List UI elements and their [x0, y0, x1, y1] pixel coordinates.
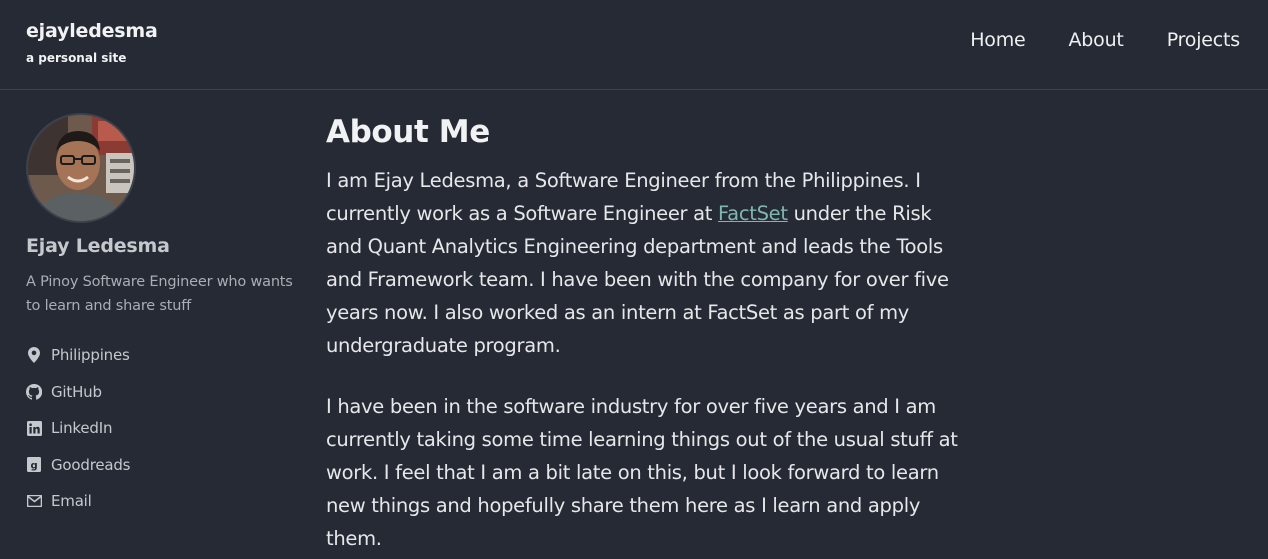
- main-content: About Me I am Ejay Ledesma, a Software E…: [326, 112, 966, 555]
- link-linkedin[interactable]: LinkedIn: [26, 410, 130, 447]
- map-marker-icon: [26, 347, 42, 364]
- link-location-label: Philippines: [51, 346, 130, 365]
- masthead: ejayledesma a personal site Home About P…: [0, 0, 1268, 90]
- svg-text:g: g: [31, 461, 38, 472]
- link-goodreads[interactable]: g Goodreads: [26, 447, 130, 484]
- avatar-photo: [28, 115, 134, 221]
- page-title: About Me: [326, 114, 490, 150]
- site-title[interactable]: ejayledesma: [26, 20, 158, 42]
- link-email-label[interactable]: Email: [51, 492, 92, 510]
- about-p1-text-after: under the Risk and Quant Analytics Engin…: [326, 202, 949, 357]
- link-goodreads-label[interactable]: Goodreads: [51, 456, 130, 474]
- link-email[interactable]: Email: [26, 483, 130, 520]
- linkedin-icon: [26, 420, 42, 436]
- goodreads-icon: g: [26, 457, 42, 473]
- about-paragraph-1: I am Ejay Ledesma, a Software Engineer f…: [326, 164, 961, 362]
- site-subtitle: a personal site: [26, 51, 127, 65]
- about-paragraph-2: I have been in the software industry for…: [326, 395, 958, 550]
- github-icon: [26, 383, 42, 400]
- nav-projects-link[interactable]: Projects: [1167, 29, 1241, 51]
- nav-home-link[interactable]: Home: [970, 29, 1026, 51]
- author-name: Ejay Ledesma: [26, 235, 170, 257]
- link-github[interactable]: GitHub: [26, 374, 130, 411]
- author-bio: A Pinoy Software Engineer who wants to l…: [26, 274, 293, 314]
- factset-link[interactable]: FactSet: [718, 202, 788, 225]
- author-sidebar: Ejay Ledesma A Pinoy Software Engineer w…: [26, 113, 306, 510]
- nav-about-link[interactable]: About: [1069, 29, 1124, 51]
- link-github-label[interactable]: GitHub: [51, 383, 102, 401]
- author-links: Philippines GitHub LinkedIn g Goodreads …: [26, 337, 130, 520]
- avatar: [26, 113, 136, 223]
- link-linkedin-label[interactable]: LinkedIn: [51, 419, 112, 437]
- email-icon: [26, 493, 42, 509]
- link-location: Philippines: [26, 337, 130, 374]
- main-nav: Home About Projects: [970, 29, 1240, 51]
